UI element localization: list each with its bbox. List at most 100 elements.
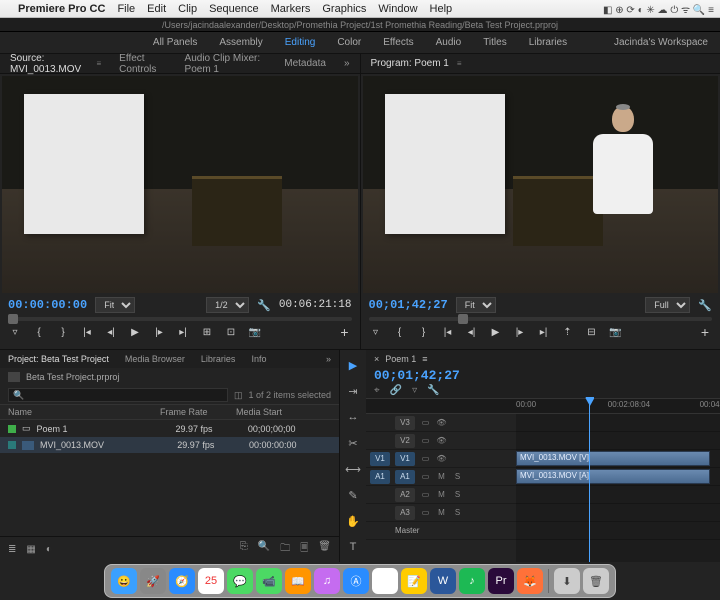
new-item-icon[interactable]: 🗏 — [300, 541, 308, 558]
track-header-master[interactable]: Master — [366, 522, 516, 540]
track-header-v3[interactable]: V3▭👁 — [366, 414, 516, 432]
play-icon[interactable]: ▶ — [489, 325, 503, 339]
dock-app-appstore[interactable]: Ⓐ — [343, 568, 369, 594]
program-timecode[interactable]: 00;01;42;27 — [369, 298, 448, 312]
menu-graphics[interactable]: Graphics — [322, 3, 366, 15]
trash-icon[interactable]: 🗑 — [318, 541, 331, 558]
marker-add-icon[interactable]: ▿ — [412, 385, 417, 396]
overwrite-icon[interactable]: ⊡ — [224, 325, 238, 339]
step-back-icon[interactable]: ◂| — [465, 325, 479, 339]
export-frame-icon[interactable]: 📷 — [609, 325, 623, 339]
project-row[interactable]: MVI_0013.MOV 29.97 fps 00:00:00:00 — [0, 437, 339, 453]
workspace-effects[interactable]: Effects — [383, 37, 413, 48]
dock-downloads[interactable]: ⬇ — [554, 568, 580, 594]
dock-app-spotify[interactable]: ♪ — [459, 568, 485, 594]
menu-help[interactable]: Help — [430, 3, 453, 15]
dock-app-itunes[interactable]: ♫ — [314, 568, 340, 594]
slip-tool-icon[interactable]: ⟷ — [344, 460, 362, 478]
workspace-all-panels[interactable]: All Panels — [153, 37, 197, 48]
timeline-ruler[interactable]: 00:00 00:02:08:04 00:04:16:08 — [366, 398, 720, 414]
track-header-v1[interactable]: V1V1▭👁 — [366, 450, 516, 468]
type-tool-icon[interactable]: T — [344, 538, 362, 556]
source-fit-select[interactable]: Fit — [95, 297, 135, 313]
menu-clip[interactable]: Clip — [178, 3, 197, 15]
track-header-a2[interactable]: A2▭MS — [366, 486, 516, 504]
step-back-icon[interactable]: ◂| — [104, 325, 118, 339]
workspace-user[interactable]: Jacinda's Workspace — [614, 37, 708, 48]
icon-view-icon[interactable]: ▦ — [26, 544, 35, 555]
play-icon[interactable]: ▶ — [128, 325, 142, 339]
track-header-v2[interactable]: V2▭👁 — [366, 432, 516, 450]
playhead-line[interactable] — [589, 398, 590, 562]
dock-app-firefox[interactable]: 🦊 — [517, 568, 543, 594]
workspace-assembly[interactable]: Assembly — [219, 37, 262, 48]
workspace-titles[interactable]: Titles — [483, 37, 507, 48]
mark-out-icon[interactable]: } — [56, 325, 70, 339]
panel-menu-icon[interactable]: ≡ — [457, 59, 462, 68]
go-to-out-icon[interactable]: ▸| — [176, 325, 190, 339]
panel-overflow-icon[interactable]: » — [326, 354, 331, 364]
video-clip[interactable]: MVI_0013.MOV [V] — [516, 451, 710, 466]
workspace-editing[interactable]: Editing — [285, 37, 316, 48]
linked-selection-icon[interactable]: 🔗 — [390, 385, 402, 396]
menu-edit[interactable]: Edit — [147, 3, 166, 15]
timeline-timecode[interactable]: 00;01;42;27 — [374, 368, 712, 383]
source-monitor[interactable] — [2, 76, 358, 293]
workspace-color[interactable]: Color — [337, 37, 361, 48]
project-search-input[interactable] — [8, 388, 228, 402]
dock-app-word[interactable]: W — [430, 568, 456, 594]
button-editor-icon[interactable]: + — [338, 325, 352, 339]
panel-menu-icon[interactable]: ≡ — [422, 354, 427, 364]
dock-app-facetime[interactable]: 📹 — [256, 568, 282, 594]
wrench-icon[interactable]: 🔧 — [698, 299, 712, 312]
project-row[interactable]: ▭ Poem 1 29.97 fps 00;00;00;00 — [0, 420, 339, 437]
panel-menu-icon[interactable]: ≡ — [97, 59, 102, 68]
selection-tool-icon[interactable]: ▶ — [344, 356, 362, 374]
source-timecode-in[interactable]: 00:00:00:00 — [8, 298, 87, 312]
audio-clip[interactable]: MVI_0013.MOV [A] — [516, 469, 710, 484]
program-monitor[interactable] — [363, 76, 719, 293]
step-fwd-icon[interactable]: |▸ — [513, 325, 527, 339]
go-to-in-icon[interactable]: |◂ — [441, 325, 455, 339]
tab-audio-clip-mixer[interactable]: Audio Clip Mixer: Poem 1 — [185, 53, 267, 75]
menu-file[interactable]: File — [117, 3, 135, 15]
dock-app-notes[interactable]: 📝 — [401, 568, 427, 594]
pen-tool-icon[interactable]: ✎ — [344, 486, 362, 504]
find-icon[interactable]: 🔍 — [258, 541, 270, 558]
mark-out-icon[interactable]: } — [417, 325, 431, 339]
insert-icon[interactable]: ⊞ — [200, 325, 214, 339]
tab-metadata[interactable]: Metadata — [284, 58, 326, 69]
settings-icon[interactable]: 🔧 — [427, 385, 439, 396]
auto-sequence-icon[interactable]: ⎘ — [240, 541, 248, 558]
workspace-libraries[interactable]: Libraries — [529, 37, 567, 48]
program-fit-select[interactable]: Fit — [456, 297, 496, 313]
tab-libraries[interactable]: Libraries — [201, 354, 236, 364]
step-fwd-icon[interactable]: |▸ — [152, 325, 166, 339]
tab-project[interactable]: Project: Beta Test Project — [8, 354, 109, 364]
tab-media-browser[interactable]: Media Browser — [125, 354, 185, 364]
dock-app-chrome[interactable]: ◉ — [372, 568, 398, 594]
tab-source[interactable]: Source: MVI_0013.MOV — [10, 53, 89, 75]
extract-icon[interactable]: ⊟ — [585, 325, 599, 339]
track-header-a1[interactable]: A1A1▭MS — [366, 468, 516, 486]
app-name[interactable]: Premiere Pro CC — [18, 3, 105, 15]
timeline-sequence-name[interactable]: Poem 1 — [385, 354, 416, 364]
col-name[interactable]: Name — [8, 407, 160, 417]
ripple-tool-icon[interactable]: ↔ — [344, 408, 362, 426]
go-to-in-icon[interactable]: |◂ — [80, 325, 94, 339]
col-media-start[interactable]: Media Start — [236, 407, 331, 417]
col-frame-rate[interactable]: Frame Rate — [160, 407, 236, 417]
marker-icon[interactable]: ▿ — [369, 325, 383, 339]
dock-app-messages[interactable]: 💬 — [227, 568, 253, 594]
source-zoom-select[interactable]: 1/2 — [206, 297, 249, 313]
tab-info[interactable]: Info — [251, 354, 266, 364]
program-zoom-select[interactable]: Full — [645, 297, 690, 313]
dock-app-launchpad[interactable]: 🚀 — [140, 568, 166, 594]
menu-markers[interactable]: Markers — [271, 3, 311, 15]
list-view-icon[interactable]: ≣ — [8, 544, 16, 555]
hand-tool-icon[interactable]: ✋ — [344, 512, 362, 530]
wrench-icon[interactable]: 🔧 — [257, 299, 271, 312]
tab-program[interactable]: Program: Poem 1 — [371, 58, 449, 69]
lift-icon[interactable]: ⇡ — [561, 325, 575, 339]
dock-trash-icon[interactable]: 🗑 — [583, 568, 609, 594]
